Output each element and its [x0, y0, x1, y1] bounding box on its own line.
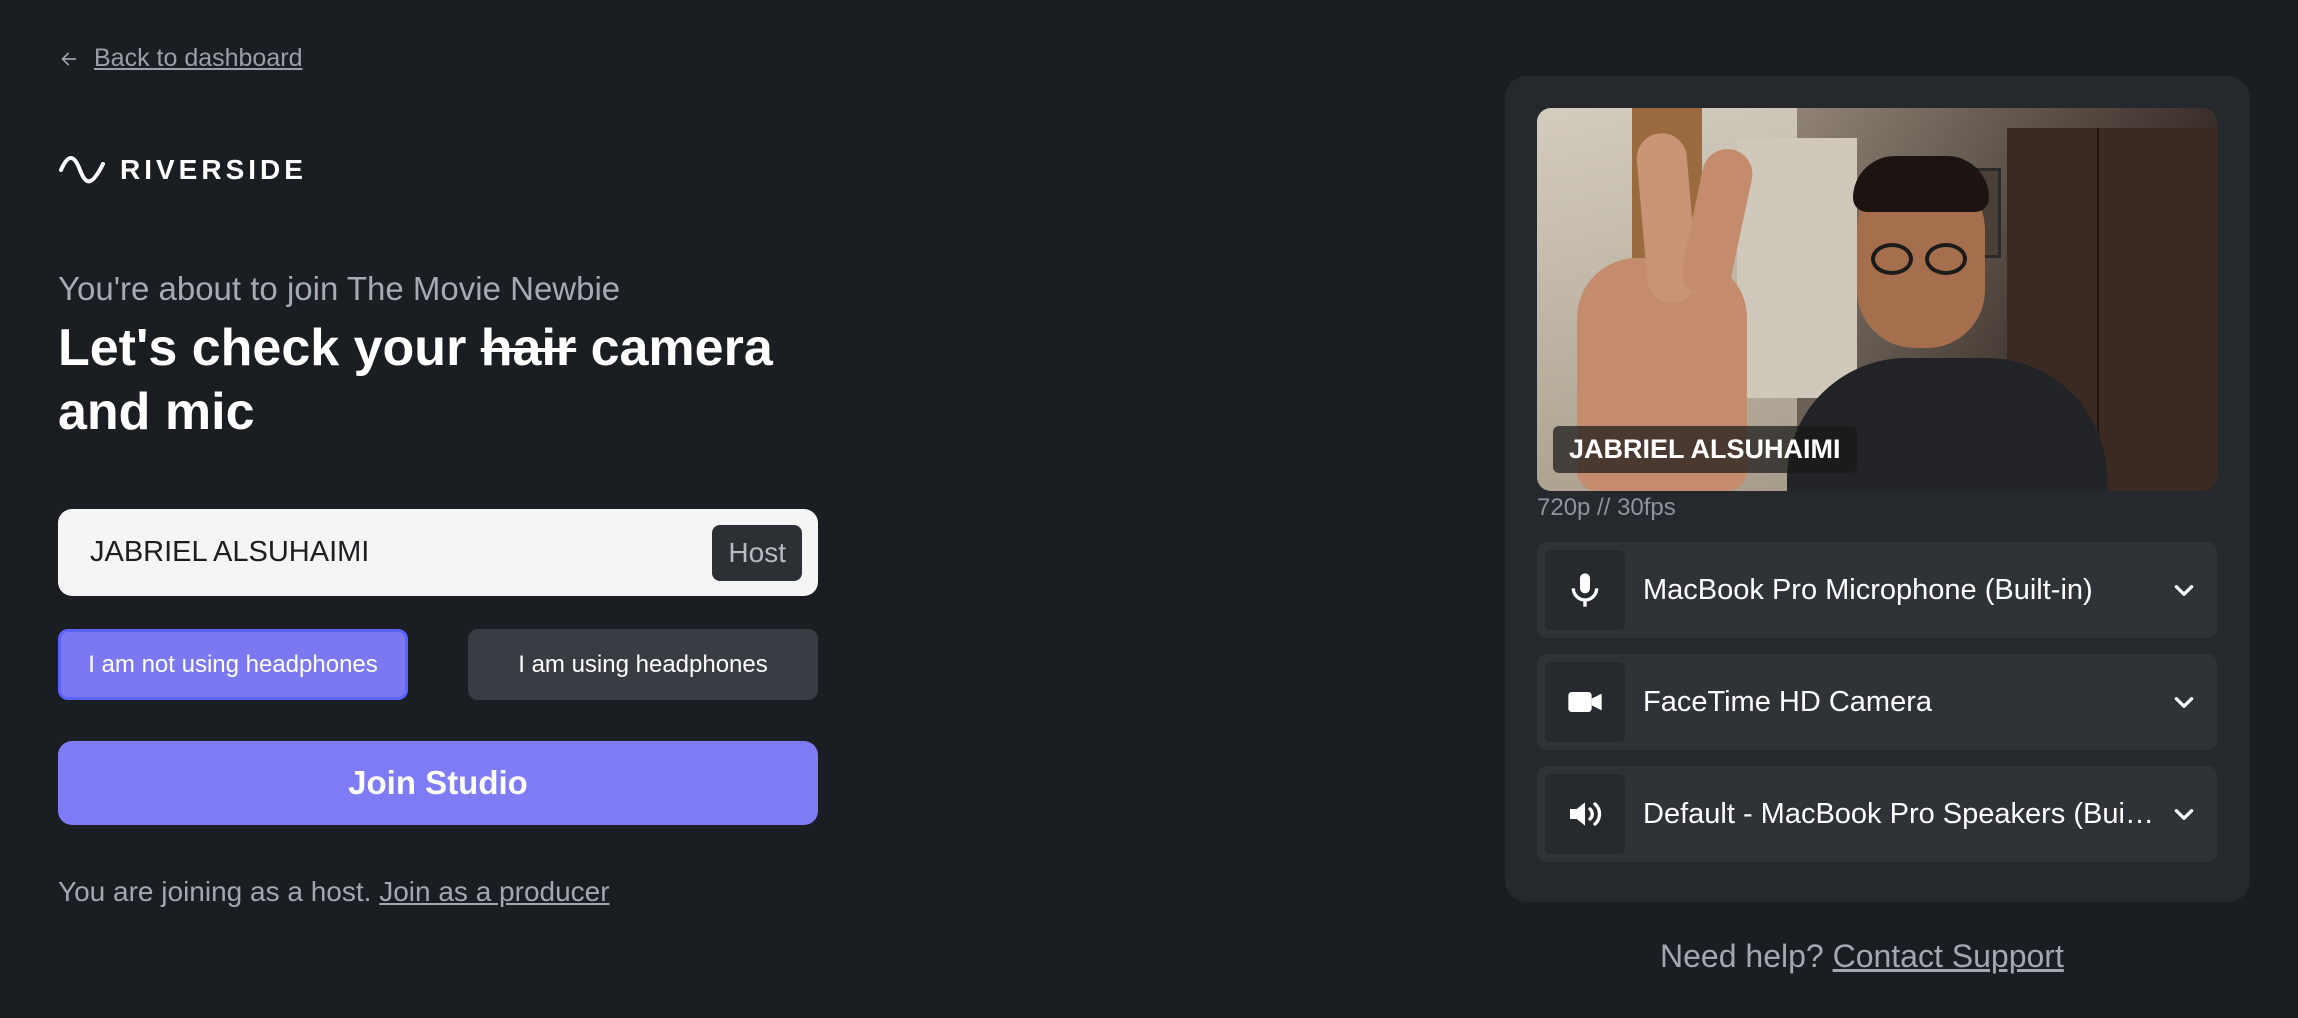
preview-glasses [1871, 243, 1971, 275]
microphone-label: MacBook Pro Microphone (Built-in) [1643, 573, 2093, 606]
back-link-label: Back to dashboard [94, 44, 303, 72]
speaker-label: Default - MacBook Pro Speakers (Built-in… [1643, 797, 2159, 830]
contact-support-link[interactable]: Contact Support [1833, 938, 2064, 974]
session-subtitle: You're about to join The Movie Newbie [58, 270, 621, 307]
back-to-dashboard-link[interactable]: Back to dashboard [58, 44, 302, 73]
join-studio-button[interactable]: Join Studio [58, 741, 818, 825]
join-as-producer-link[interactable]: Join as a producer [379, 876, 609, 907]
camera-label: FaceTime HD Camera [1643, 685, 1932, 718]
microphone-select[interactable]: MacBook Pro Microphone (Built-in) [1537, 542, 2217, 638]
preview-name-tag: JABRIEL ALSUHAIMI [1553, 426, 1857, 473]
name-field: Host [58, 509, 818, 596]
not-using-headphones-button[interactable]: I am not using headphones [58, 629, 408, 700]
camera-preview: JABRIEL ALSUHAIMI [1537, 108, 2217, 491]
title-part-1: Let's check your [58, 319, 481, 377]
display-name-input[interactable] [90, 536, 650, 569]
chevron-down-icon [2159, 565, 2209, 615]
help-text: Need help? [1660, 938, 1833, 974]
chevron-down-icon [2159, 677, 2209, 727]
video-resolution: 720p // 30fps [1537, 494, 1676, 521]
title-struck-word: hair [480, 319, 577, 377]
role-info-text: You are joining as a host. [58, 876, 380, 907]
role-info: You are joining as a host. Join as a pro… [58, 876, 610, 908]
wave-logo-icon [59, 156, 105, 184]
join-studio-page: Back to dashboard RIVERSIDE You're about… [0, 0, 2298, 1018]
camera-select[interactable]: FaceTime HD Camera [1537, 654, 2217, 750]
page-title: Let's check your hair camera and mic [58, 316, 858, 444]
riverside-logo: RIVERSIDE [58, 152, 307, 188]
help-line: Need help? Contact Support [1660, 938, 2064, 975]
arrow-left-icon [61, 52, 77, 65]
brand-name: RIVERSIDE [120, 154, 307, 185]
using-headphones-button[interactable]: I am using headphones [468, 629, 818, 700]
chevron-down-icon [2159, 789, 2209, 839]
camera-icon [1545, 662, 1625, 742]
preview-person-hair [1853, 156, 1989, 212]
speaker-icon [1545, 774, 1625, 854]
speaker-select[interactable]: Default - MacBook Pro Speakers (Built-in… [1537, 766, 2217, 862]
preview-doorway [1737, 138, 1857, 398]
microphone-icon [1545, 550, 1625, 630]
role-badge: Host [712, 524, 802, 581]
device-check-panel: JABRIEL ALSUHAIMI 720p // 30fps MacBook … [1505, 76, 2250, 902]
